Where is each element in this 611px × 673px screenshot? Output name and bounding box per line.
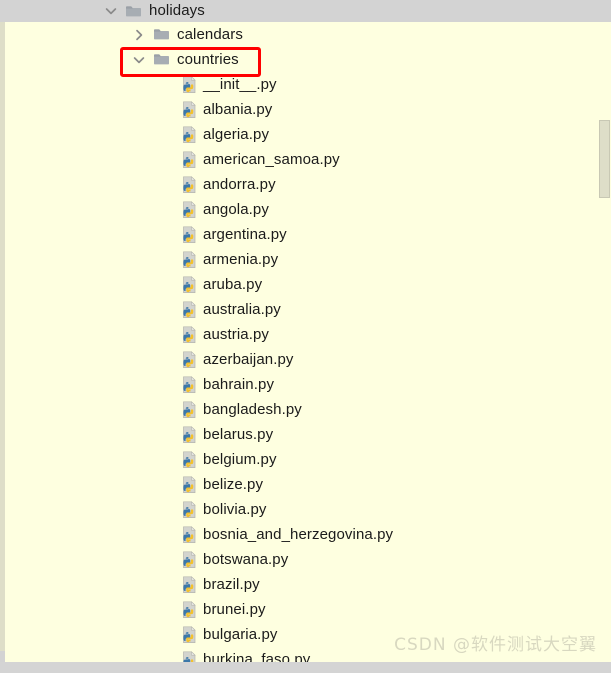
tree-row-label: argentina.py bbox=[203, 226, 287, 243]
tree-row-countries[interactable]: countries bbox=[0, 47, 611, 72]
tree-row-label: bangladesh.py bbox=[203, 401, 302, 418]
python-file-icon bbox=[182, 175, 199, 194]
tree-row-file[interactable]: andorra.py bbox=[0, 172, 611, 197]
tree-row-label: bulgaria.py bbox=[203, 626, 278, 643]
tree-row-file[interactable]: belize.py bbox=[0, 472, 611, 497]
tree-row-label: austria.py bbox=[203, 326, 270, 343]
tree-row-file[interactable]: botswana.py bbox=[0, 547, 611, 572]
tree-row-label: bahrain.py bbox=[203, 376, 275, 393]
folder-icon bbox=[153, 26, 170, 43]
python-file-icon bbox=[182, 575, 199, 594]
vertical-scrollbar-track[interactable] bbox=[599, 22, 611, 662]
tree-row-label: brunei.py bbox=[203, 601, 266, 618]
python-file-icon bbox=[182, 275, 199, 294]
tree-row-holidays[interactable]: holidays bbox=[0, 0, 611, 22]
chevron-down-icon[interactable] bbox=[103, 3, 119, 19]
tree-row-label: angola.py bbox=[203, 201, 269, 218]
tree-row-label: australia.py bbox=[203, 301, 281, 318]
python-file-icon bbox=[182, 450, 199, 469]
python-file-icon bbox=[182, 550, 199, 569]
tree-row-label: countries bbox=[177, 51, 239, 68]
tree-row-file[interactable]: australia.py bbox=[0, 297, 611, 322]
tree-row-file[interactable]: armenia.py bbox=[0, 247, 611, 272]
tree-row-file[interactable]: albania.py bbox=[0, 97, 611, 122]
tree-row-file[interactable]: belgium.py bbox=[0, 447, 611, 472]
tree-row-file[interactable]: brunei.py bbox=[0, 597, 611, 622]
tree-row-label: azerbaijan.py bbox=[203, 351, 294, 368]
tree-row-file[interactable]: aruba.py bbox=[0, 272, 611, 297]
tree-row-label: belgium.py bbox=[203, 451, 277, 468]
tree-row-label: andorra.py bbox=[203, 176, 276, 193]
tree-row-calendars[interactable]: calendars bbox=[0, 22, 611, 47]
python-file-icon bbox=[182, 625, 199, 644]
left-gutter-lower bbox=[0, 22, 5, 651]
tree-row-label: albania.py bbox=[203, 101, 273, 118]
python-file-icon bbox=[182, 525, 199, 544]
tree-row-label: bosnia_and_herzegovina.py bbox=[203, 526, 394, 543]
tree-row-label: botswana.py bbox=[203, 551, 289, 568]
tree-row-label: bolivia.py bbox=[203, 501, 267, 518]
tree-row-label: __init__.py bbox=[203, 76, 277, 93]
tree-row-file[interactable]: algeria.py bbox=[0, 122, 611, 147]
tree-row-file[interactable]: azerbaijan.py bbox=[0, 347, 611, 372]
python-file-icon bbox=[182, 425, 199, 444]
python-file-icon bbox=[182, 375, 199, 394]
vertical-scrollbar-thumb[interactable] bbox=[599, 120, 610, 198]
tree-row-file[interactable]: belarus.py bbox=[0, 422, 611, 447]
python-file-icon bbox=[182, 100, 199, 119]
python-file-icon bbox=[182, 475, 199, 494]
python-file-icon bbox=[182, 400, 199, 419]
python-file-icon bbox=[182, 225, 199, 244]
tree-row-label: belize.py bbox=[203, 476, 264, 493]
python-file-icon bbox=[182, 150, 199, 169]
python-file-icon bbox=[182, 200, 199, 219]
tree-row-file[interactable]: bolivia.py bbox=[0, 497, 611, 522]
chevron-down-icon[interactable] bbox=[131, 52, 147, 68]
tree-row-label: algeria.py bbox=[203, 126, 270, 143]
tree-row-file[interactable]: bahrain.py bbox=[0, 372, 611, 397]
bottom-strip bbox=[0, 662, 611, 673]
tree-row-label: belarus.py bbox=[203, 426, 274, 443]
tree-rows: holidays calendars countries __init__.pyalb… bbox=[0, 0, 611, 672]
tree-row-label: holidays bbox=[149, 2, 205, 19]
tree-row-file[interactable]: brazil.py bbox=[0, 572, 611, 597]
folder-icon bbox=[153, 51, 170, 68]
python-file-icon bbox=[182, 350, 199, 369]
tree-row-label: american_samoa.py bbox=[203, 151, 340, 168]
tree-row-file[interactable]: __init__.py bbox=[0, 72, 611, 97]
tree-row-file[interactable]: argentina.py bbox=[0, 222, 611, 247]
python-file-icon bbox=[182, 250, 199, 269]
python-file-icon bbox=[182, 600, 199, 619]
tree-row-file[interactable]: bangladesh.py bbox=[0, 397, 611, 422]
tree-row-file[interactable]: american_samoa.py bbox=[0, 147, 611, 172]
tree-row-label: brazil.py bbox=[203, 576, 260, 593]
chevron-right-icon[interactable] bbox=[131, 27, 147, 43]
tree-row-file[interactable]: bosnia_and_herzegovina.py bbox=[0, 522, 611, 547]
python-file-icon bbox=[182, 75, 199, 94]
tree-row-file[interactable]: angola.py bbox=[0, 197, 611, 222]
python-file-icon bbox=[182, 500, 199, 519]
python-file-icon bbox=[182, 125, 199, 144]
tree-row-file[interactable]: austria.py bbox=[0, 322, 611, 347]
watermark-text: CSDN @软件测试大空翼 bbox=[394, 635, 597, 655]
tree-row-label: calendars bbox=[177, 26, 243, 43]
python-file-icon bbox=[182, 325, 199, 344]
python-file-icon bbox=[182, 300, 199, 319]
tree-row-label: armenia.py bbox=[203, 251, 279, 268]
tree-row-label: aruba.py bbox=[203, 276, 263, 293]
file-tree-panel[interactable]: holidays calendars countries __init__.pyalb… bbox=[0, 0, 611, 673]
folder-icon bbox=[125, 3, 142, 20]
